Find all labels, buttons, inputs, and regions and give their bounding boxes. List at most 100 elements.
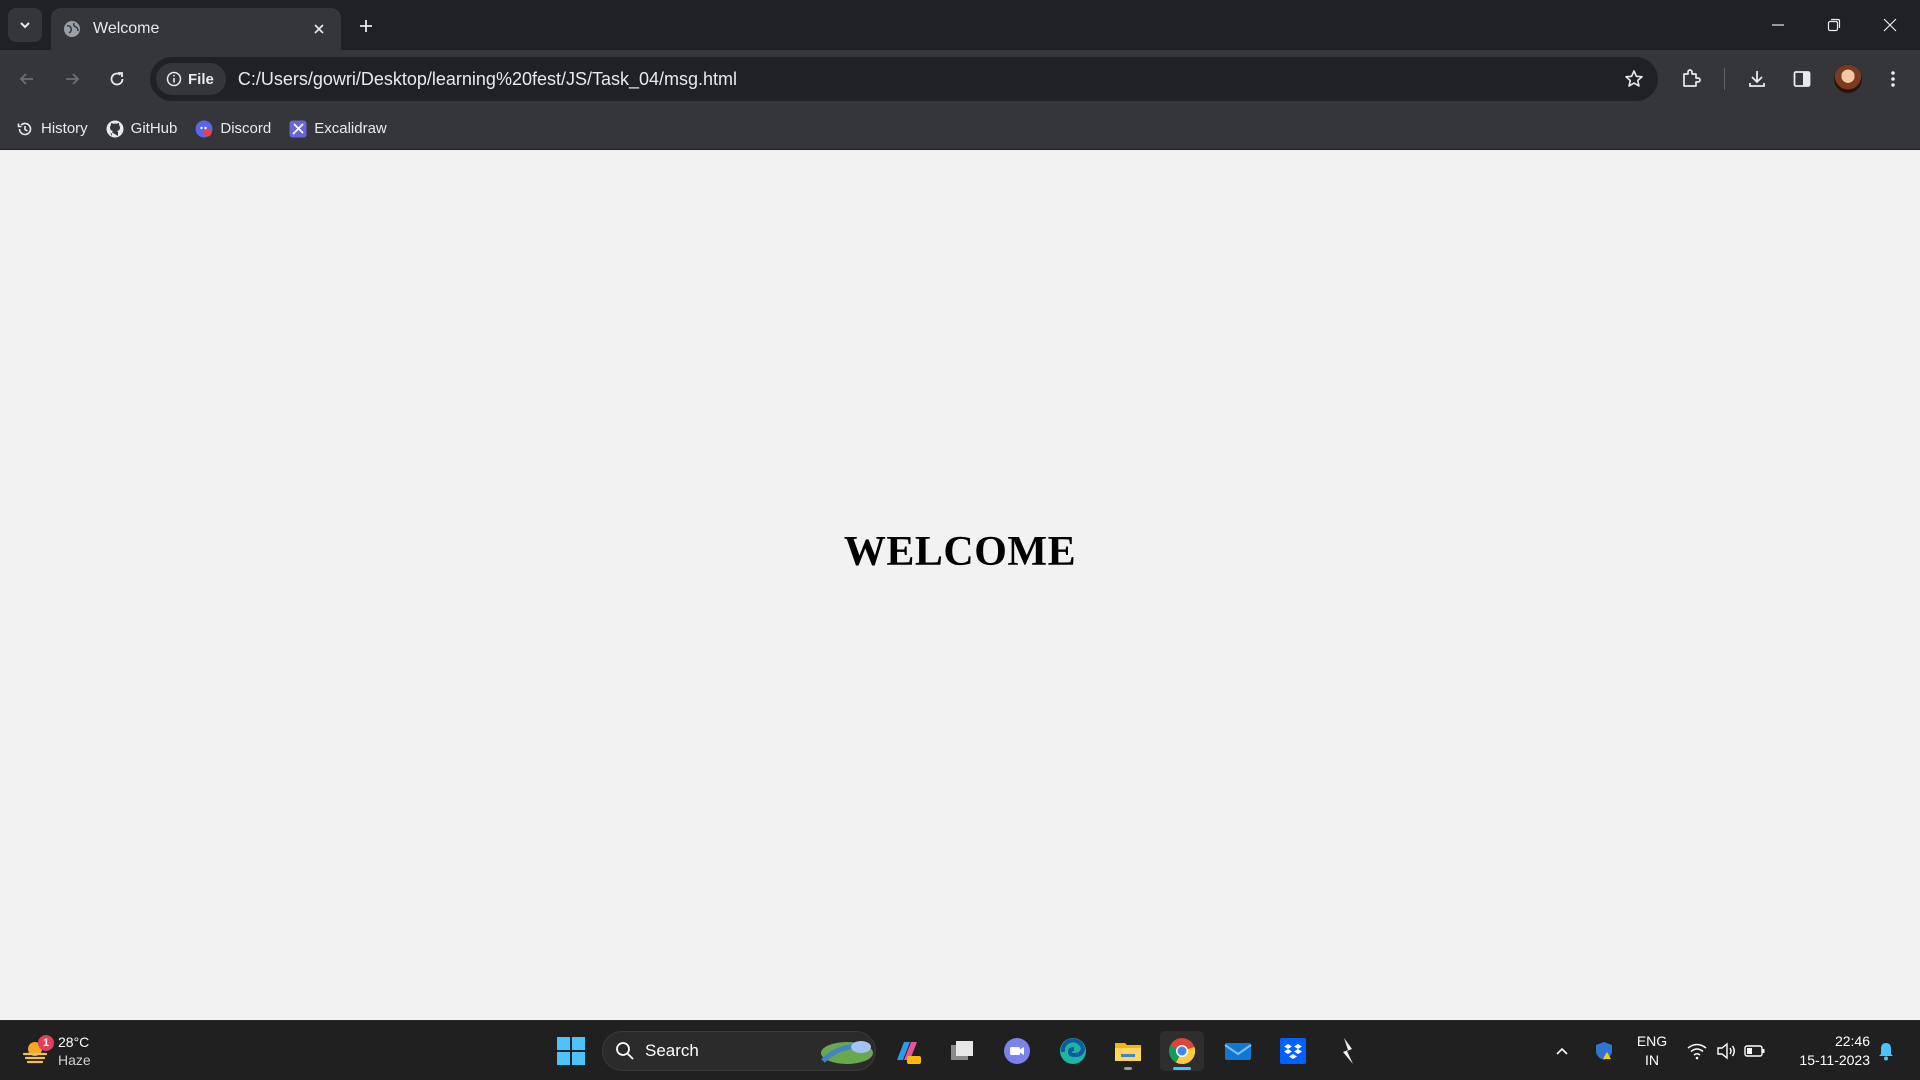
region-code: IN (1645, 1052, 1659, 1068)
url-text[interactable]: C:/Users/gowri/Desktop/learning%20fest/J… (238, 69, 1614, 90)
taskbar-app-chrome[interactable] (1160, 1031, 1204, 1071)
taskbar-app-dropbox[interactable] (1271, 1031, 1315, 1071)
bookmark-history[interactable]: History (12, 114, 100, 144)
system-clock[interactable]: 22:46 15-11-2023 (1780, 1032, 1870, 1070)
close-icon (314, 24, 324, 34)
reload-icon (110, 72, 124, 86)
bookmark-label: GitHub (130, 120, 178, 137)
minimize-button[interactable] (1750, 0, 1806, 50)
taskbar-app-teams[interactable] (995, 1031, 1039, 1071)
close-icon (1883, 18, 1897, 32)
task-view-icon (951, 1041, 973, 1060)
notifications-button[interactable] (1874, 1039, 1898, 1063)
arrow-right-icon (66, 73, 80, 85)
edge-icon (1060, 1038, 1086, 1064)
folder-icon (1115, 1043, 1141, 1061)
video-chat-icon (1004, 1038, 1030, 1064)
running-indicator (1124, 1067, 1132, 1070)
taskbar-app-task-view[interactable] (940, 1031, 984, 1071)
github-icon (106, 120, 124, 137)
restore-button[interactable] (1806, 0, 1862, 50)
browser-toolbar: File C:/Users/gowri/Desktop/learning%20f… (0, 50, 1920, 108)
taskbar-app-copilot[interactable] (885, 1031, 929, 1071)
active-tab[interactable]: Welcome (51, 8, 341, 50)
mail-icon (1224, 1043, 1252, 1060)
search-label: Search (645, 1041, 699, 1060)
bookmark-discord[interactable]: Discord (191, 114, 283, 144)
tab-strip: Welcome (0, 0, 1920, 50)
bookmark-star-button[interactable] (1614, 59, 1654, 99)
side-panel-button[interactable] (1785, 62, 1819, 96)
chrome-icon (1168, 1038, 1196, 1065)
menu-button[interactable] (1876, 62, 1910, 96)
tab-title: Welcome (93, 20, 160, 37)
tab-close-button[interactable] (309, 19, 329, 39)
weather-condition: Haze (58, 1052, 91, 1068)
bookmark-label: Discord (220, 120, 272, 137)
puzzle-icon (1683, 69, 1701, 87)
download-icon (1749, 71, 1765, 87)
discord-icon (195, 120, 213, 137)
language-code: ENG (1636, 1033, 1668, 1049)
star-icon (1625, 70, 1643, 87)
tab-search-button[interactable] (8, 8, 42, 42)
clock-time: 22:46 (1834, 1033, 1870, 1049)
close-window-button[interactable] (1862, 0, 1918, 50)
excalidraw-icon (289, 120, 307, 137)
wifi-tray-button[interactable] (1685, 1039, 1709, 1063)
forward-button[interactable] (55, 62, 89, 96)
bookmark-excalidraw[interactable]: Excalidraw (285, 114, 399, 144)
active-indicator (1173, 1067, 1191, 1070)
plus-icon (360, 20, 372, 32)
speaker-icon (1717, 1042, 1735, 1060)
shield-warning-icon (1596, 1042, 1612, 1060)
bolt-icon (1343, 1038, 1353, 1064)
profile-avatar[interactable] (1834, 65, 1862, 93)
search-icon (616, 1042, 634, 1060)
weather-text: 28°C Haze (58, 1033, 91, 1069)
taskbar-app-lightning[interactable] (1326, 1031, 1370, 1071)
bell-icon (1879, 1043, 1893, 1061)
clock-date: 15-11-2023 (1799, 1052, 1870, 1068)
weather-widget[interactable]: 1 28°C Haze (20, 1029, 110, 1073)
side-panel-icon (1793, 71, 1811, 87)
taskbar-search-box[interactable]: Search (602, 1031, 876, 1071)
chevron-up-icon (1556, 1047, 1568, 1055)
start-button[interactable] (549, 1031, 593, 1071)
notification-badge: 1 (38, 1035, 54, 1051)
history-icon (17, 122, 32, 135)
reload-button[interactable] (100, 62, 134, 96)
globe-icon (64, 21, 80, 37)
search-highlight-icon (821, 1041, 873, 1064)
bookmark-label: History (41, 120, 88, 137)
copilot-icon (897, 1042, 921, 1064)
volume-tray-button[interactable] (1714, 1039, 1738, 1063)
battery-tray-button[interactable] (1743, 1039, 1767, 1063)
back-button[interactable] (10, 62, 44, 96)
minimize-icon (1772, 24, 1784, 26)
bookmark-github[interactable]: GitHub (102, 114, 190, 144)
more-vertical-icon (1891, 71, 1895, 87)
info-icon (166, 71, 182, 87)
toolbar-divider (1724, 68, 1725, 90)
arrow-left-icon (19, 73, 33, 85)
taskbar-app-file-explorer[interactable] (1106, 1031, 1150, 1071)
restore-icon (1827, 18, 1841, 32)
address-bar[interactable]: File C:/Users/gowri/Desktop/learning%20f… (150, 57, 1658, 101)
taskbar-app-edge[interactable] (1051, 1031, 1095, 1071)
extensions-button[interactable] (1674, 62, 1708, 96)
downloads-button[interactable] (1740, 62, 1774, 96)
taskbar-app-mail[interactable] (1216, 1031, 1260, 1071)
site-info-chip[interactable]: File (156, 63, 226, 95)
bookmark-label: Excalidraw (314, 120, 387, 137)
show-hidden-icons-button[interactable] (1550, 1039, 1574, 1063)
taskbar: 1 28°C Haze Search ENG IN 22:46 15-11-20… (0, 1020, 1920, 1080)
chevron-down-icon (20, 22, 30, 29)
input-language[interactable]: ENG IN (1630, 1032, 1674, 1070)
weather-temperature: 28°C (58, 1034, 90, 1050)
new-tab-button[interactable] (352, 12, 380, 40)
windows-logo-icon (557, 1037, 585, 1065)
page-viewport: WELCOME (0, 150, 1920, 1020)
battery-icon (1744, 1045, 1765, 1057)
security-tray-button[interactable] (1592, 1039, 1616, 1063)
